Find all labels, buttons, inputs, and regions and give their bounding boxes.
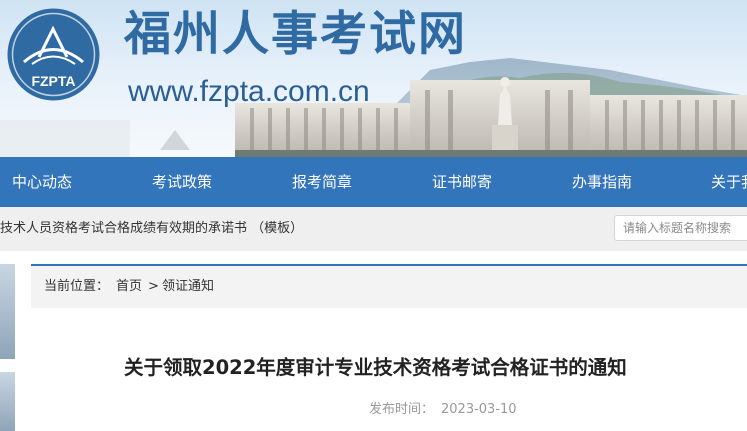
- article-title: 关于领取2022年度审计专业技术资格考试合格证书的通知: [124, 356, 627, 379]
- scrolling-notice-link[interactable]: 技术人员资格考试合格成绩有效期的承诺书 （模板）: [0, 207, 303, 251]
- side-thumbnail-image[interactable]: [0, 264, 15, 359]
- breadcrumb: 当前位置： 首页 > 领证通知: [31, 266, 747, 308]
- fzpta-logo: FZPTA: [7, 8, 100, 101]
- nav-item-exam-policy[interactable]: 考试政策: [152, 157, 212, 207]
- site-url[interactable]: www.fzpta.com.cn: [128, 73, 370, 111]
- publish-date: 2023-03-10: [441, 402, 517, 417]
- breadcrumb-separator: >: [148, 279, 159, 294]
- main-nav: 中心动态 考试政策 报考简章 证书邮寄 办事指南 关于我: [0, 157, 747, 207]
- nav-item-about-us[interactable]: 关于我: [711, 157, 747, 207]
- nav-item-registration-guide[interactable]: 报考简章: [292, 157, 352, 207]
- publish-label: 发布时间：: [369, 402, 435, 417]
- nav-item-certificate-mailing[interactable]: 证书邮寄: [432, 157, 492, 207]
- site-header: FZPTA 福州人事考试网 www.fzpta.com.cn: [0, 0, 747, 157]
- nav-item-service-guide[interactable]: 办事指南: [572, 157, 632, 207]
- breadcrumb-current[interactable]: 领证通知: [162, 266, 214, 308]
- site-title[interactable]: 福州人事考试网: [124, 3, 467, 67]
- svg-text:FZPTA: FZPTA: [31, 73, 75, 89]
- breadcrumb-prefix: 当前位置：: [44, 279, 110, 294]
- search-input[interactable]: [614, 215, 747, 241]
- side-thumbnail-image[interactable]: [0, 372, 15, 431]
- breadcrumb-home-link[interactable]: 首页: [116, 266, 142, 308]
- nav-item-center-news[interactable]: 中心动态: [12, 157, 72, 207]
